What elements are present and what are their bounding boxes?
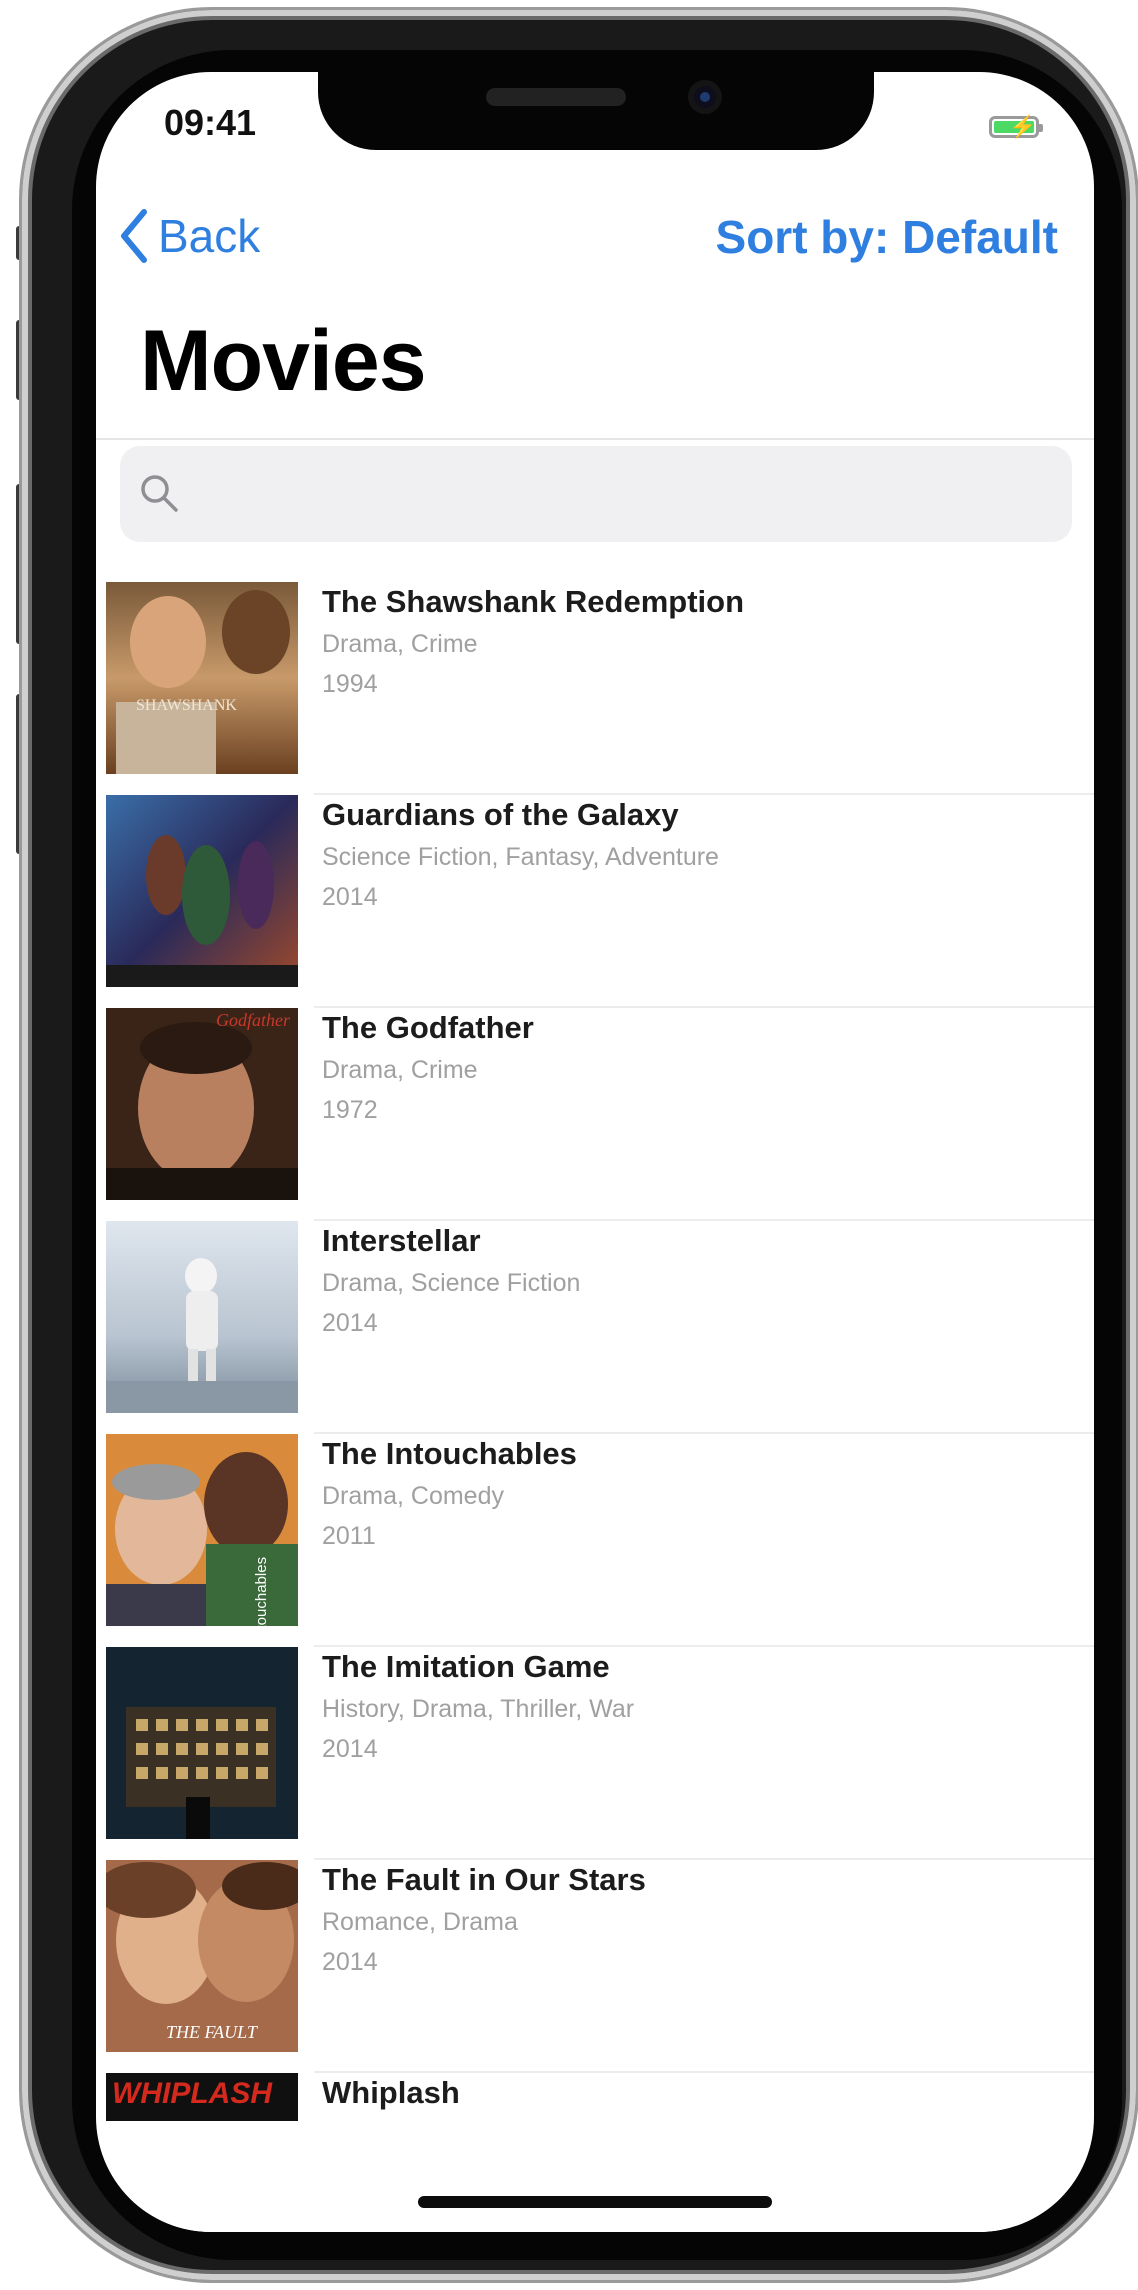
movie-title: Whiplash: [322, 2075, 460, 2110]
search-input[interactable]: [120, 446, 1072, 542]
movie-title: The Intouchables: [322, 1436, 577, 1471]
svg-text:THE FAULT: THE FAULT: [166, 2022, 259, 2042]
movie-poster-image: [106, 795, 298, 987]
status-time: 09:41: [164, 102, 257, 143]
movie-genres: Drama, Crime: [322, 1056, 478, 1084]
movie-title: The Godfather: [322, 1010, 534, 1045]
movie-genres: Romance, Drama: [322, 1908, 518, 1936]
front-camera: [688, 80, 722, 114]
svg-text:SHAWSHANK: SHAWSHANK: [136, 697, 237, 714]
movie-title: The Fault in Our Stars: [322, 1862, 646, 1897]
charging-bolt-icon: ⚡: [1009, 114, 1037, 139]
movie-poster-image: THE FAULT: [106, 1860, 298, 2052]
list-item[interactable]: Guardians of the Galaxy Science Fiction,…: [96, 795, 1094, 1008]
movie-year: 2014: [322, 1735, 378, 1763]
back-button[interactable]: Back: [116, 206, 260, 266]
movie-title: Guardians of the Galaxy: [322, 797, 679, 832]
svg-text:Godfather: Godfather: [216, 1010, 291, 1030]
list-item[interactable]: THE FAULT The Fault in Our Stars Romance…: [96, 1860, 1094, 2073]
movie-title: The Imitation Game: [322, 1649, 610, 1684]
movie-poster-image: [106, 1647, 298, 1839]
movie-list: SHAWSHANK The Shawshank Redemption Drama…: [96, 582, 1094, 2232]
movie-year: 1972: [322, 1096, 378, 1124]
page-title: Movies: [140, 313, 427, 409]
movie-title: The Shawshank Redemption: [322, 584, 745, 619]
bottom-fade: [96, 2132, 1094, 2232]
home-indicator[interactable]: [418, 2196, 772, 2208]
svg-text:Intouchables: Intouchables: [253, 1557, 270, 1626]
movie-title: Interstellar: [322, 1223, 481, 1258]
movie-poster-image: SHAWSHANK: [106, 582, 298, 774]
svg-text:WHIPLASH: WHIPLASH: [112, 2077, 273, 2110]
movie-poster-image: [106, 1221, 298, 1413]
movie-genres: Drama, Science Fiction: [322, 1269, 581, 1297]
movie-poster-image: Godfather: [106, 1008, 298, 1200]
earpiece-speaker: [486, 88, 626, 106]
movie-genres: Drama, Crime: [322, 630, 478, 658]
sort-button[interactable]: Sort by: Default: [716, 210, 1058, 264]
divider: [96, 438, 1094, 440]
notch: [318, 72, 874, 150]
movie-poster-image: Intouchables: [106, 1434, 298, 1626]
list-item[interactable]: Intouchables The Intouchables Drama, Com…: [96, 1434, 1094, 1647]
movie-year: 1994: [322, 670, 378, 698]
back-label: Back: [158, 210, 261, 262]
list-item[interactable]: Interstellar Drama, Science Fiction 2014: [96, 1221, 1094, 1434]
movie-year: 2014: [322, 883, 378, 911]
movie-year: 2011: [322, 1522, 376, 1550]
movie-year: 2014: [322, 1309, 378, 1337]
phone-screen: 09:41 ⚡ Back Sort by: Default Movies SHA…: [96, 72, 1094, 2232]
movie-genres: Science Fiction, Fantasy, Adventure: [322, 843, 719, 871]
list-item[interactable]: The Imitation Game History, Drama, Thril…: [96, 1647, 1094, 1860]
list-item[interactable]: SHAWSHANK The Shawshank Redemption Drama…: [96, 582, 1094, 795]
movie-year: 2014: [322, 1948, 378, 1976]
movie-poster-image: WHIPLASH: [106, 2073, 298, 2121]
movie-genres: Drama, Comedy: [322, 1482, 504, 1510]
chevron-left-icon: [121, 209, 147, 263]
movie-genres: History, Drama, Thriller, War: [322, 1695, 635, 1723]
search-icon: [141, 475, 178, 512]
list-item[interactable]: Godfather The Godfather Drama, Crime 197…: [96, 1008, 1094, 1221]
